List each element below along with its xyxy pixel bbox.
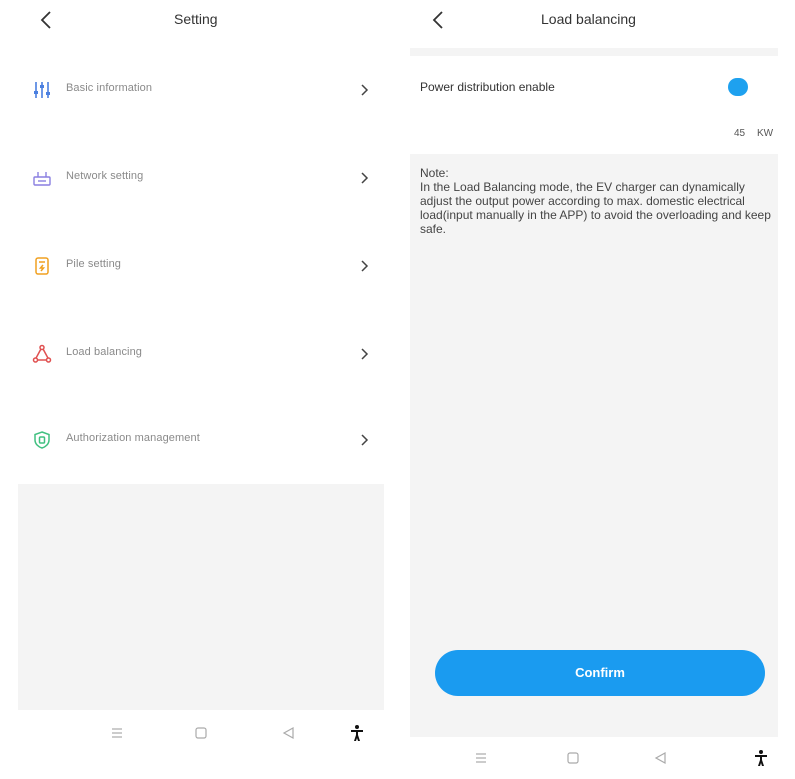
menu-item-network-setting[interactable]: Network setting xyxy=(18,158,384,198)
shield-icon xyxy=(34,431,50,449)
menu-label: Authorization management xyxy=(66,432,200,444)
chevron-right-icon xyxy=(361,348,369,360)
menu-label: Basic information xyxy=(66,82,153,94)
accessibility-icon[interactable] xyxy=(348,724,366,742)
load-balancing-screen: Load balancing Power distribution enable… xyxy=(410,0,778,769)
setting-header: Setting xyxy=(18,0,384,42)
menu-item-authorization-management[interactable]: Authorization management xyxy=(18,420,384,460)
menu-icon[interactable] xyxy=(472,749,490,767)
menu-item-load-balancing[interactable]: Load balancing xyxy=(18,334,384,374)
home-icon[interactable] xyxy=(192,724,210,742)
chevron-right-icon xyxy=(361,434,369,446)
back-arrow-icon[interactable] xyxy=(38,10,56,30)
chevron-right-icon xyxy=(361,260,369,272)
menu-label: Network setting xyxy=(66,170,144,182)
menu-item-pile-setting[interactable]: Pile setting xyxy=(18,246,384,286)
menu-label: Pile setting xyxy=(66,258,122,270)
accessibility-icon[interactable] xyxy=(752,749,770,767)
menu-icon[interactable] xyxy=(108,724,126,742)
chevron-right-icon xyxy=(361,84,369,96)
triangle-nodes-icon xyxy=(32,344,52,363)
back-triangle-icon[interactable] xyxy=(280,724,298,742)
confirm-button[interactable]: Confirm xyxy=(435,650,765,696)
power-distribution-label: Power distribution enable xyxy=(420,80,555,94)
chevron-right-icon xyxy=(361,172,369,184)
toggle-knob xyxy=(728,78,748,96)
router-icon xyxy=(33,172,51,186)
back-triangle-icon[interactable] xyxy=(652,749,670,767)
load-balancing-header: Load balancing xyxy=(410,0,778,42)
note-text: Note: In the Load Balancing mode, the EV… xyxy=(420,166,771,236)
system-navbar xyxy=(18,712,384,754)
sliders-icon xyxy=(34,82,50,98)
power-distribution-row: Power distribution enable 45 KW xyxy=(410,56,778,154)
empty-area xyxy=(18,484,384,710)
menu-label: Load balancing xyxy=(66,346,143,358)
power-distribution-toggle[interactable] xyxy=(728,78,766,96)
power-value[interactable]: 45 xyxy=(734,128,745,139)
divider-band xyxy=(410,48,778,56)
system-navbar xyxy=(410,737,778,779)
page-title: Load balancing xyxy=(541,11,636,27)
setting-screen: Setting Basic information Network settin… xyxy=(18,0,384,769)
note-area: Note: In the Load Balancing mode, the EV… xyxy=(410,154,778,737)
power-unit: KW xyxy=(757,128,774,139)
home-icon[interactable] xyxy=(564,749,582,767)
page-title: Setting xyxy=(174,11,218,27)
menu-item-basic-information[interactable]: Basic information xyxy=(18,70,384,110)
charging-pile-icon xyxy=(35,257,49,275)
back-arrow-icon[interactable] xyxy=(430,10,448,30)
